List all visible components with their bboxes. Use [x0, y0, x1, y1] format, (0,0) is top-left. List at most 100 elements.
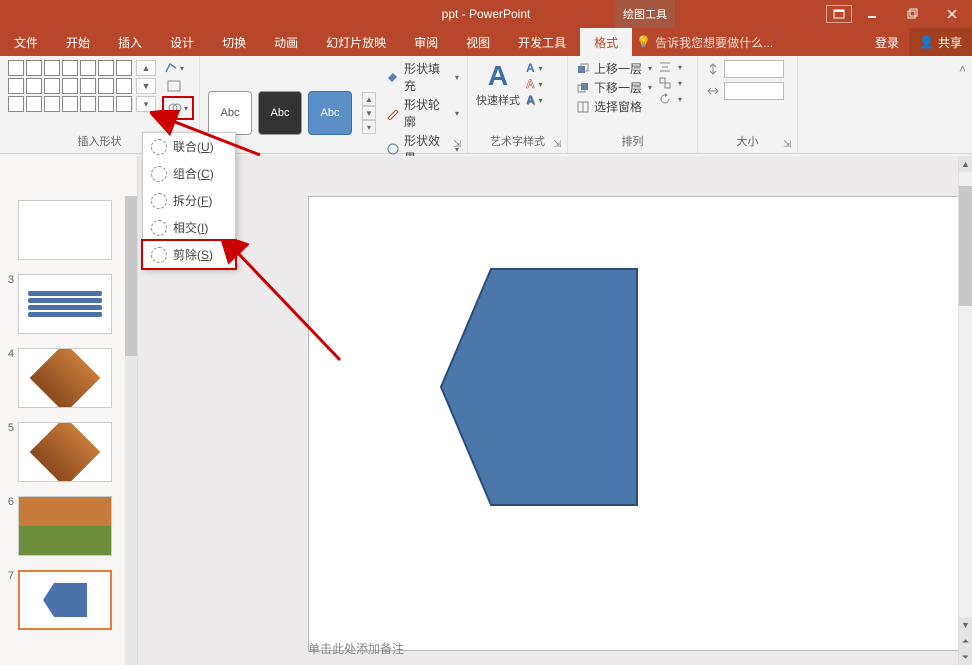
tab-design[interactable]: 设计 [156, 28, 208, 56]
slide-editor: 单击此处添加备注 ▲ ▼ ⏶ ⏷ [138, 156, 972, 665]
merge-subtract-item[interactable]: 剪除(S) [141, 239, 237, 270]
bring-forward-button[interactable]: 上移一层▾ [576, 60, 652, 77]
style-gallery-up[interactable]: ▲ [362, 92, 376, 106]
slide-thumbnail-5[interactable] [18, 422, 112, 482]
previous-slide-button[interactable]: ⏶ [959, 633, 972, 649]
tab-slideshow[interactable]: 幻灯片放映 [312, 28, 400, 56]
tab-view[interactable]: 视图 [452, 28, 504, 56]
gallery-more-button[interactable]: ▾ [136, 96, 156, 112]
text-box-button[interactable] [162, 78, 186, 94]
group-label-arrange: 排列 [576, 133, 689, 151]
selection-pane-button[interactable]: 选择窗格 [576, 98, 652, 115]
share-icon: 👤 [919, 35, 934, 49]
fragment-icon [151, 193, 167, 209]
bring-forward-icon [576, 62, 590, 76]
gallery-up-button[interactable]: ▲ [136, 60, 156, 76]
tab-developer[interactable]: 开发工具 [504, 28, 580, 56]
combine-icon [151, 166, 167, 182]
style-swatch-1[interactable]: Abc [208, 91, 252, 135]
scroll-down-button[interactable]: ▼ [959, 617, 972, 633]
group-size: 大小 ⇲ [698, 56, 798, 153]
align-button[interactable]: ▾ [658, 60, 682, 74]
tab-insert[interactable]: 插入 [104, 28, 156, 56]
restore-button[interactable] [892, 0, 932, 28]
close-button[interactable] [932, 0, 972, 28]
next-slide-button[interactable]: ⏷ [959, 649, 972, 665]
shape-outline-label: 形状轮廓 [404, 96, 449, 130]
edit-shape-button[interactable]: ▾ [162, 60, 186, 76]
scrollbar-handle[interactable] [959, 186, 972, 306]
subtract-icon [151, 247, 167, 263]
shape-fill-button[interactable]: 形状填充▾ [386, 60, 459, 94]
wordart-dialog-launcher[interactable]: ⇲ [553, 139, 565, 151]
login-button[interactable]: 登录 [865, 28, 909, 56]
thumb-row-unnumbered[interactable] [0, 200, 137, 260]
scroll-up-button[interactable]: ▲ [959, 156, 972, 172]
height-input[interactable] [724, 60, 784, 78]
send-backward-label: 下移一层 [594, 79, 642, 96]
notes-placeholder[interactable]: 单击此处添加备注 [308, 640, 404, 657]
style-gallery-more[interactable]: ▾ [362, 120, 376, 134]
lightbulb-icon: 💡 [636, 35, 651, 49]
slide-thumbnail-3[interactable] [18, 274, 112, 334]
minimize-button[interactable] [852, 0, 892, 28]
merge-combine-item[interactable]: 组合(C) [143, 160, 235, 187]
tab-home[interactable]: 开始 [52, 28, 104, 56]
tell-me-placeholder: 告诉我您想要做什么... [655, 34, 773, 51]
group-button[interactable]: ▾ [658, 76, 682, 90]
intersect-icon [151, 220, 167, 236]
tab-animations[interactable]: 动画 [260, 28, 312, 56]
ribbon-display-options-icon[interactable] [826, 5, 852, 23]
size-dialog-launcher[interactable]: ⇲ [783, 139, 795, 151]
text-outline-button[interactable]: A▾ [526, 77, 543, 91]
collapse-ribbon-icon[interactable]: ˄ [959, 62, 966, 76]
title-bar: ppt - PowerPoint 绘图工具 [0, 0, 972, 28]
tab-file[interactable]: 文件 [0, 28, 52, 56]
shape-outline-button[interactable]: 形状轮廓▾ [386, 96, 459, 130]
tab-review[interactable]: 审阅 [400, 28, 452, 56]
style-swatch-3[interactable]: Abc [308, 91, 352, 135]
contextual-tab-label: 绘图工具 [615, 0, 675, 28]
pentagon-shape[interactable] [439, 267, 639, 507]
merge-shapes-button[interactable]: ▾ [166, 100, 190, 116]
rotate-button[interactable]: ▾ [658, 92, 682, 106]
group-icon [658, 76, 672, 90]
union-icon [151, 139, 167, 155]
slide-thumbnail-6[interactable] [18, 496, 112, 556]
merge-fragment-item[interactable]: 拆分(F) [143, 187, 235, 214]
text-outline-icon: A [526, 77, 535, 91]
gallery-down-button[interactable]: ▼ [136, 78, 156, 94]
merge-fragment-label: 拆分 [173, 194, 197, 208]
send-backward-button[interactable]: 下移一层▾ [576, 79, 652, 96]
rotate-icon [658, 92, 672, 106]
tell-me-search[interactable]: 💡 告诉我您想要做什么... [632, 28, 773, 56]
tab-transitions[interactable]: 切换 [208, 28, 260, 56]
text-fill-button[interactable]: A▾ [526, 61, 543, 75]
vertical-scrollbar[interactable]: ▲ ▼ ⏶ ⏷ [958, 156, 972, 665]
text-effects-button[interactable]: A▾ [526, 93, 543, 107]
thumbnails-scrollbar[interactable] [125, 196, 137, 665]
group-label-size: 大小 [706, 133, 789, 151]
window-controls [852, 0, 972, 28]
slide-thumbnail[interactable] [18, 200, 112, 260]
selection-pane-label: 选择窗格 [594, 98, 642, 115]
shape-styles-dialog-launcher[interactable]: ⇲ [453, 139, 465, 151]
thumb-number-3: 3 [0, 274, 18, 286]
tab-format[interactable]: 格式 [580, 28, 632, 56]
scrollbar-handle[interactable] [125, 196, 137, 356]
merge-intersect-label: 相交 [173, 221, 197, 235]
shapes-gallery[interactable] [8, 60, 132, 112]
slide-canvas[interactable] [308, 196, 972, 651]
share-button[interactable]: 👤 共享 [909, 28, 972, 56]
slide-thumbnail-7[interactable] [18, 570, 112, 630]
width-input[interactable] [724, 82, 784, 100]
slide-thumbnail-4[interactable] [18, 348, 112, 408]
pen-icon [386, 106, 400, 120]
style-gallery-down[interactable]: ▼ [362, 106, 376, 120]
style-swatch-2[interactable]: Abc [258, 91, 302, 135]
thumb-number-5: 5 [0, 422, 18, 434]
merge-union-item[interactable]: 联合(U) [143, 133, 235, 160]
thumb-number-6: 6 [0, 496, 18, 508]
merge-intersect-item[interactable]: 相交(I) [143, 214, 235, 241]
quick-styles-button[interactable]: A 快速样式 [476, 60, 520, 108]
